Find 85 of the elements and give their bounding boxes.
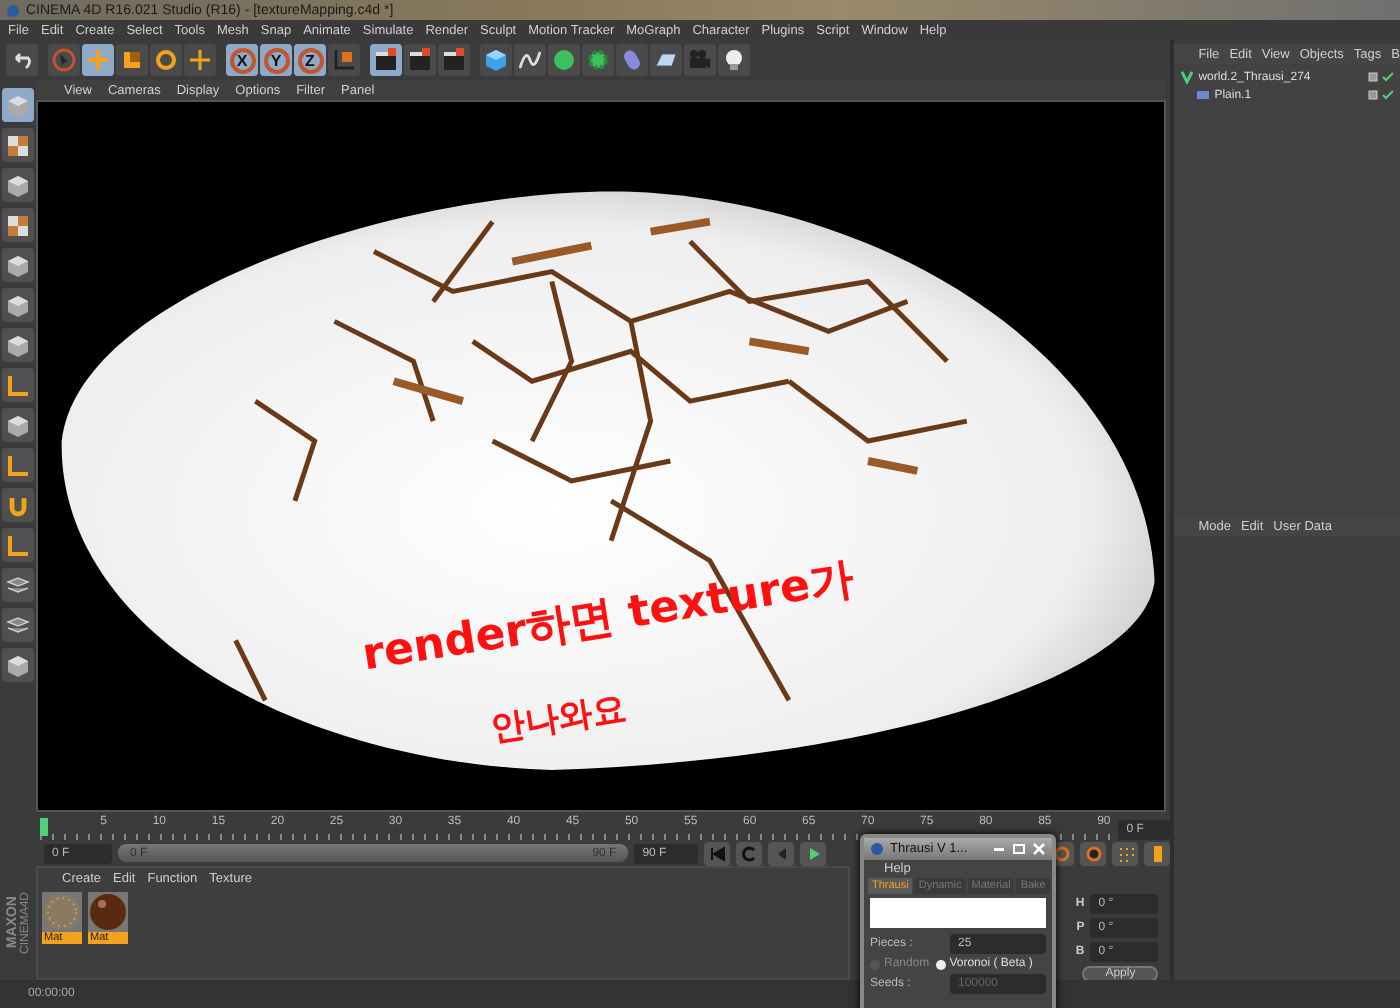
tool-button[interactable] <box>2 648 34 682</box>
checker-icon <box>6 133 30 157</box>
cursor-icon <box>52 48 76 72</box>
layers-icon <box>6 613 30 637</box>
toolbar-button[interactable] <box>650 44 682 76</box>
tool-button[interactable] <box>2 528 34 562</box>
clapperboard-icon <box>408 48 432 72</box>
rotate-icon <box>154 48 178 72</box>
handwritten-note: 안나와요 <box>488 686 630 752</box>
toolbar-button[interactable] <box>480 44 512 76</box>
tool-button[interactable] <box>2 328 34 362</box>
cube-icon <box>6 333 30 357</box>
play-button[interactable] <box>800 841 827 865</box>
go-to-start-button[interactable] <box>704 841 731 865</box>
toolbar-button[interactable] <box>6 44 38 76</box>
film-strip-icon <box>1149 845 1166 861</box>
cube-icon <box>484 48 508 72</box>
visibility-checkbox-icon <box>1368 90 1378 100</box>
play-icon <box>805 845 822 861</box>
tool-button[interactable] <box>2 168 34 202</box>
clapperboard-icon <box>442 48 466 72</box>
undo-icon <box>10 48 34 72</box>
toolbar-button[interactable] <box>370 44 402 76</box>
cube-icon <box>6 253 30 277</box>
handwritten-note: render하면 texture가 <box>358 552 858 686</box>
axis-lock-button[interactable]: X <box>226 44 258 76</box>
tool-button[interactable] <box>2 608 34 642</box>
cube-icon <box>6 293 30 317</box>
tool-button[interactable] <box>2 448 34 482</box>
corner-icon <box>6 373 30 397</box>
triangle-left-icon <box>773 845 790 861</box>
cube-icon <box>6 653 30 677</box>
maximize-icon[interactable] <box>1012 842 1026 856</box>
plane-object-icon <box>1196 88 1211 102</box>
visibility-checkbox-icon <box>1368 72 1378 82</box>
tool-button[interactable] <box>2 568 34 602</box>
axis-lock-button[interactable]: Z <box>294 44 326 76</box>
gear-icon <box>586 48 610 72</box>
axis-lock-button[interactable]: Y <box>260 44 292 76</box>
tool-button[interactable] <box>2 288 34 322</box>
cube-icon <box>6 173 30 197</box>
checker-icon <box>6 213 30 237</box>
tool-button[interactable] <box>2 208 34 242</box>
app-logo-icon <box>6 3 20 17</box>
sphere-icon <box>552 48 576 72</box>
move-icon <box>86 48 110 72</box>
tool-button[interactable] <box>2 408 34 442</box>
corner-icon <box>6 533 30 557</box>
film-button[interactable] <box>1144 841 1171 865</box>
corner-icon <box>6 453 30 477</box>
clapperboard-icon <box>374 48 398 72</box>
dot-grid-icon <box>1117 845 1134 861</box>
tool-button[interactable] <box>2 248 34 282</box>
toolbar-button[interactable] <box>328 44 360 76</box>
skip-back-icon <box>709 845 726 861</box>
camera-icon <box>688 48 712 72</box>
step-back-button[interactable] <box>736 841 763 865</box>
playhead <box>40 818 48 836</box>
magnet-icon <box>6 493 30 517</box>
spline-icon <box>518 48 542 72</box>
cube-icon <box>6 93 30 117</box>
loop-icon <box>741 845 758 861</box>
grid-button[interactable] <box>1112 841 1139 865</box>
toolbar-button[interactable] <box>438 44 470 76</box>
toolbar-button[interactable] <box>404 44 436 76</box>
circle-icon <box>1085 845 1102 861</box>
lightbulb-icon <box>722 48 746 72</box>
tool-button[interactable] <box>2 488 34 522</box>
toolbar-button[interactable] <box>718 44 750 76</box>
generator-icon <box>1180 70 1195 84</box>
cube-icon <box>6 413 30 437</box>
layers-icon <box>6 573 30 597</box>
close-icon[interactable] <box>1032 842 1046 856</box>
axis-icon <box>332 48 356 72</box>
capsule-icon <box>620 48 644 72</box>
grid-plane-icon <box>654 48 678 72</box>
crosshair-icon <box>188 48 212 72</box>
tool-button[interactable] <box>2 128 34 162</box>
tool-button[interactable] <box>2 368 34 402</box>
toolbar-button[interactable] <box>514 44 546 76</box>
app-logo-icon <box>870 842 884 856</box>
glossy-sphere-icon[interactable] <box>88 892 128 932</box>
circle-icon <box>1053 845 1070 861</box>
scale-icon <box>120 48 144 72</box>
key-button[interactable] <box>1080 841 1107 865</box>
